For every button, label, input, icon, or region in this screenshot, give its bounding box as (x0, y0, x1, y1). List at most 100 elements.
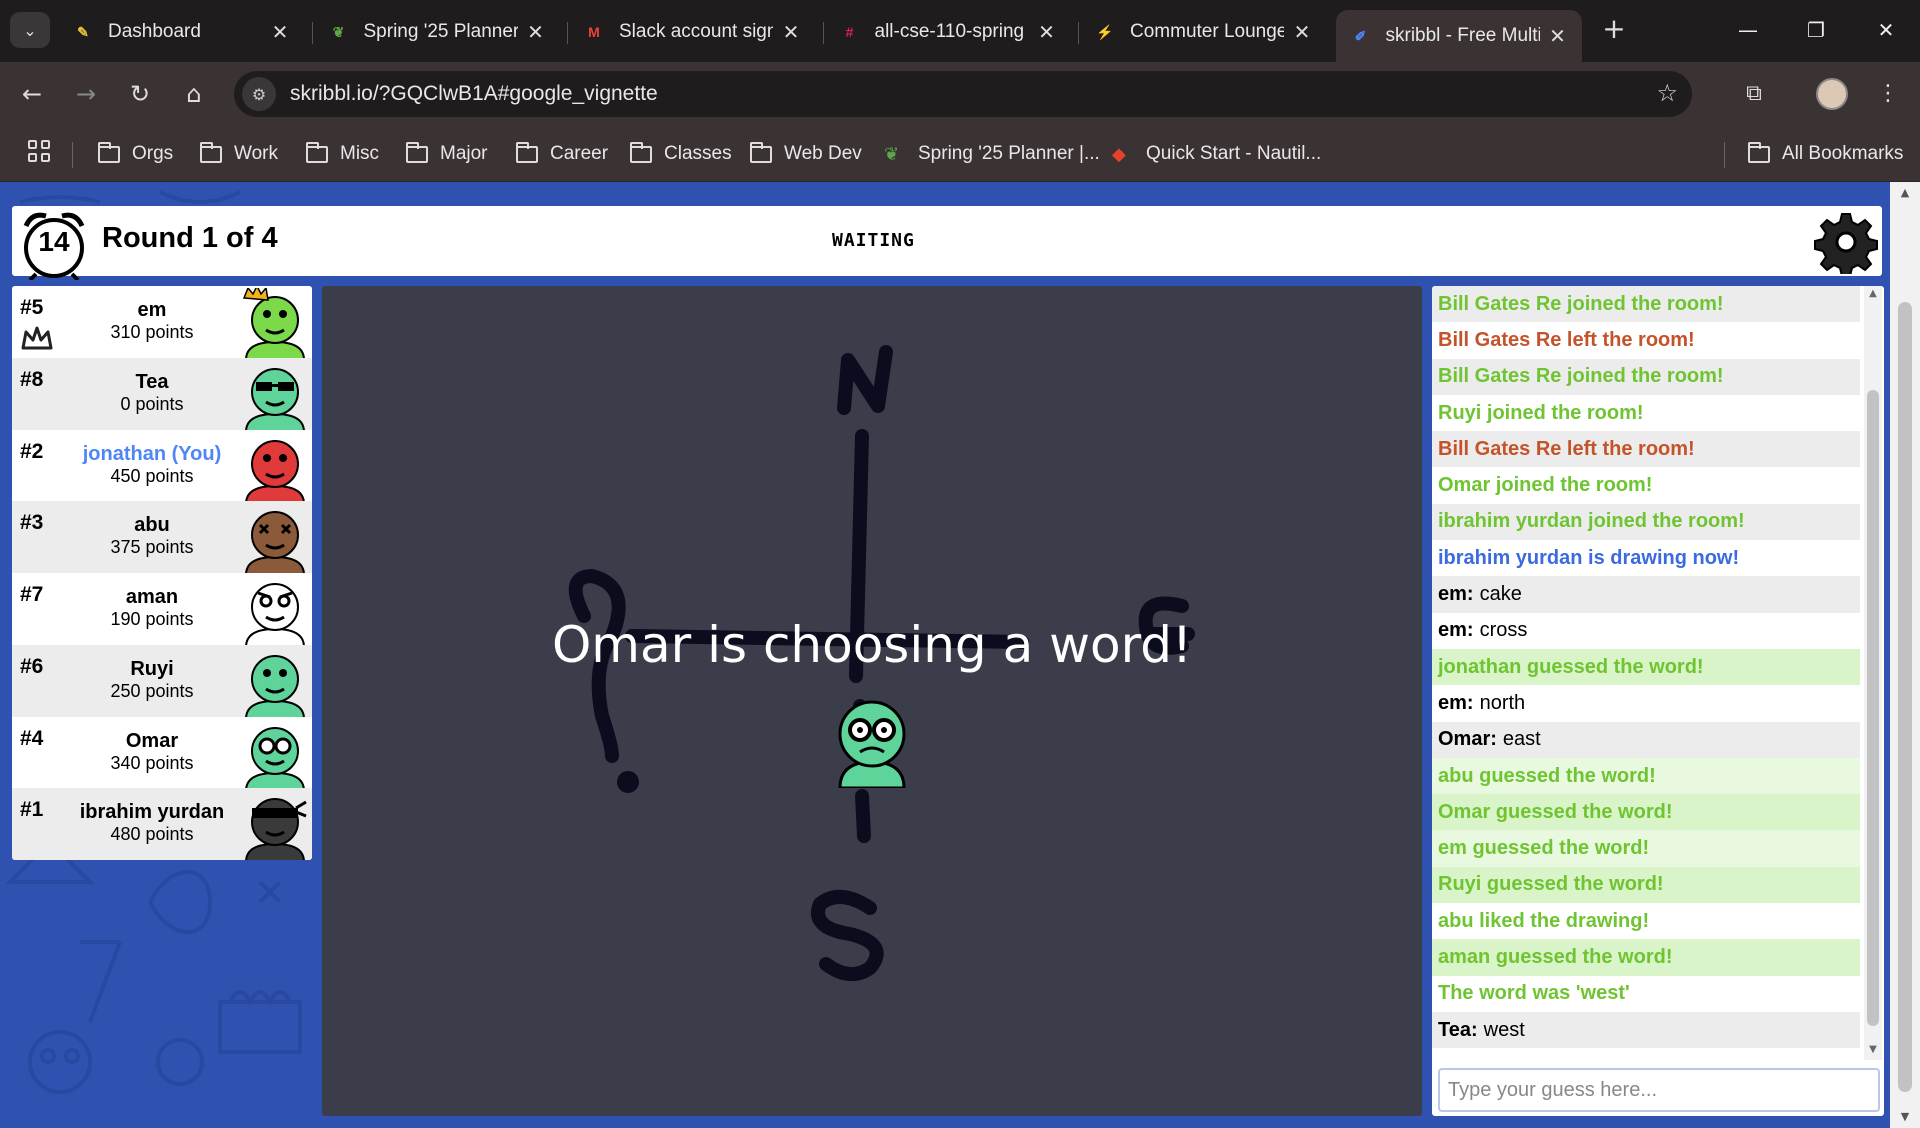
player-avatar (245, 367, 305, 430)
chat-message: Bill Gates Re joined the room! (1432, 286, 1860, 323)
drawing-canvas[interactable]: Omar is choosing a word! (322, 286, 1422, 1116)
close-tab-icon[interactable]: ✕ (1037, 20, 1057, 45)
player-name: abu (134, 514, 170, 537)
player-info: em 310 points (62, 298, 242, 342)
player-row[interactable]: #7 aman 190 points (12, 573, 312, 645)
pencil-icon: ✐ (1354, 27, 1367, 44)
player-row[interactable]: #6 Ruyi 250 points (12, 644, 312, 717)
chat-message: em: cross (1432, 613, 1860, 649)
new-tab-button[interactable]: + (1598, 14, 1630, 46)
extensions-icon[interactable]: ⧉ (1736, 76, 1772, 112)
bookmark-label: Career (550, 143, 609, 164)
chat-message: Ruyi guessed the word! (1432, 866, 1860, 904)
chat-text: ibrahim yurdan joined the room! (1438, 510, 1745, 533)
tab-search-button[interactable]: ⌄ (10, 12, 50, 48)
minimize-button[interactable]: — (1728, 12, 1768, 48)
close-tab-icon[interactable]: ✕ (526, 20, 546, 45)
folder-icon (630, 141, 652, 163)
bookmark-label: Major (440, 143, 488, 164)
chat-message: The word was 'west' (1432, 976, 1860, 1012)
restore-button[interactable]: ❐ (1796, 12, 1836, 48)
chat-text: The word was 'west' (1438, 982, 1630, 1005)
bookmark-item[interactable]: Career (516, 138, 608, 170)
browser-toolbar: ← → ↻ ⌂ ⚙ skribbl.io/?GQClwB1A#google_vi… (0, 62, 1920, 126)
folder-icon (406, 141, 428, 163)
chat-text: west (1483, 1018, 1525, 1041)
chat-message: aman guessed the word! (1432, 939, 1860, 976)
player-list: #5 em 310 points #8 Tea 0 points #2 jonathan (Y… (12, 286, 312, 860)
chat-message: Omar guessed the word! (1432, 794, 1860, 831)
player-row[interactable]: #3 abu 375 points (12, 501, 312, 574)
chat-text: aman guessed the word! (1438, 945, 1673, 968)
reload-button[interactable]: ↻ (122, 76, 158, 112)
close-tab-icon[interactable]: ✕ (270, 20, 290, 45)
player-name: Ruyi (130, 657, 174, 680)
player-points: 190 points (110, 609, 194, 629)
player-row[interactable]: #4 Omar 340 points (12, 716, 312, 789)
player-row[interactable]: #2 jonathan (You) 450 points (12, 429, 312, 502)
site-info-icon[interactable]: ⚙ (242, 77, 276, 111)
browser-tab[interactable]: ⚡ Commuter Lounge ✕ (1080, 10, 1326, 54)
player-avatar (245, 511, 305, 574)
browser-tab[interactable]: ✐ skribbl - Free Multi ✕ (1335, 10, 1582, 62)
bookmark-item[interactable]: Major (406, 138, 488, 170)
browser-tab[interactable]: # all-cse-110-spring ✕ (825, 10, 1071, 54)
chat-message: Omar joined the room! (1432, 467, 1860, 503)
chat-scrollbar[interactable]: ▲ ▼ (1864, 286, 1882, 1060)
chat-message: Ruyi joined the room! (1432, 395, 1860, 431)
menu-kebab-icon[interactable]: ⋮ (1870, 76, 1906, 112)
chat-text: cross (1479, 619, 1528, 642)
player-info: ibrahim yurdan 480 points (62, 800, 242, 844)
player-avatar (245, 726, 305, 789)
round-indicator: Round 1 of 4 (102, 222, 278, 254)
player-points: 480 points (110, 824, 194, 845)
chat-text: jonathan guessed the word! (1438, 655, 1704, 678)
folder-icon (98, 141, 120, 163)
player-name: em (137, 299, 167, 321)
player-points: 0 points (120, 393, 184, 414)
folder-icon (750, 141, 772, 163)
forward-button[interactable]: → (68, 76, 104, 112)
browser-tab[interactable]: M Slack account sign ✕ (569, 10, 815, 54)
player-row[interactable]: #1 ibrahim yurdan 480 points (12, 788, 312, 860)
chat-text: abu guessed the word! (1438, 764, 1656, 787)
bookmark-item[interactable]: ❦ Spring '25 Planner |... (884, 138, 1100, 170)
all-bookmarks[interactable]: All Bookmarks (1748, 138, 1903, 170)
bookmark-label: Web Dev (784, 143, 862, 164)
chat-author: Omar: (1438, 728, 1497, 751)
close-tab-icon[interactable]: ✕ (781, 20, 801, 45)
close-tab-icon[interactable]: ✕ (1548, 24, 1568, 49)
player-row[interactable]: #8 Tea 0 points (12, 357, 312, 430)
bookmark-item[interactable]: Classes (630, 138, 732, 170)
bookmark-item[interactable]: Work (200, 138, 278, 170)
bookmark-star-icon[interactable]: ☆ (1656, 79, 1678, 107)
bookmark-item[interactable]: Misc (306, 138, 379, 170)
player-points: 340 points (110, 752, 194, 773)
page-scrollbar[interactable]: ▲ ▼ (1890, 182, 1920, 1128)
profile-avatar[interactable] (1816, 78, 1848, 110)
address-bar[interactable]: ⚙ skribbl.io/?GQClwB1A#google_vignette ☆ (234, 71, 1692, 117)
bookmark-item[interactable]: ◆ Quick Start - Nautil... (1112, 138, 1321, 170)
bookmark-label: Work (234, 143, 278, 164)
chat-message: em: cake (1432, 576, 1860, 613)
url-text: skribbl.io/?GQClwB1A#google_vignette (290, 82, 658, 105)
back-button[interactable]: ← (14, 76, 50, 112)
player-rank: #3 (20, 511, 44, 535)
chat-text: Bill Gates Re left the room! (1438, 328, 1695, 351)
bookmark-item[interactable]: Orgs (98, 138, 173, 170)
home-button[interactable]: ⌂ (176, 76, 212, 112)
settings-gear-icon[interactable] (1814, 210, 1878, 274)
bookmark-item[interactable]: Web Dev (750, 138, 862, 170)
guess-input[interactable] (1438, 1068, 1880, 1112)
close-window-button[interactable]: ✕ (1866, 12, 1906, 48)
browser-tab[interactable]: ❦ Spring '25 Planner ✕ (314, 10, 560, 54)
player-row[interactable]: #5 em 310 points (12, 286, 312, 358)
browser-tab[interactable]: ✎ Dashboard ✕ (58, 10, 304, 54)
player-rank: #5 (20, 296, 44, 319)
chat-text: Bill Gates Re left the room! (1438, 437, 1695, 460)
timer-value: 14 (38, 226, 70, 257)
apps-grid-icon[interactable] (28, 140, 50, 162)
close-tab-icon[interactable]: ✕ (1292, 20, 1312, 45)
chat-author: em: (1438, 619, 1474, 642)
chat-text: ibrahim yurdan is drawing now! (1438, 546, 1740, 569)
